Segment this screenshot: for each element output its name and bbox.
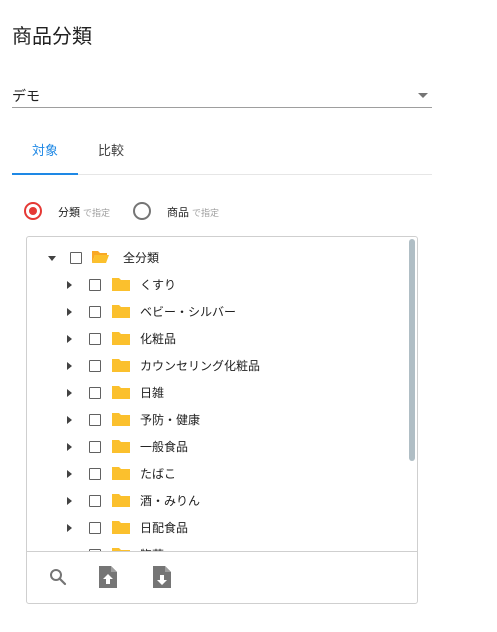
tree-node-label: 日配食品 (140, 521, 189, 535)
dataset-select[interactable]: デモ (12, 82, 432, 108)
folder-icon (112, 305, 130, 318)
folder-icon (112, 440, 130, 453)
radio-selected-icon (24, 202, 42, 220)
caret-right-icon[interactable] (67, 524, 72, 532)
tree-node-label: たばこ (140, 467, 177, 481)
caret-right-icon[interactable] (67, 335, 72, 343)
tree-root-row[interactable]: 全分類 (27, 245, 407, 272)
tree-node-label: くすり (140, 278, 177, 292)
scrollbar-thumb[interactable] (409, 239, 415, 461)
tree-node-row[interactable]: カウンセリング化粧品 (27, 353, 407, 380)
tree-node-row[interactable]: 日配食品 (27, 515, 407, 542)
radio-label: 分類 (58, 206, 80, 219)
folder-icon (112, 386, 130, 399)
checkbox[interactable] (89, 495, 101, 507)
radio-label: 商品 (167, 206, 189, 219)
tree-node-row[interactable]: たばこ (27, 461, 407, 488)
checkbox[interactable] (89, 306, 101, 318)
tree-node-label: 予防・健康 (140, 413, 201, 427)
checkbox[interactable] (89, 279, 101, 291)
download-file-icon[interactable] (153, 566, 171, 588)
tab-compare[interactable]: 比較 (78, 136, 144, 174)
radio-suffix: で指定 (83, 209, 111, 219)
category-tree-panel: 全分類 くすりベビー・シルバー 化粧品カウンセリング化粧品 日雑予防・健康一般食品た… (26, 236, 418, 604)
folder-icon (112, 359, 130, 372)
checkbox[interactable] (89, 360, 101, 372)
active-tab-indicator (12, 173, 78, 175)
checkbox[interactable] (89, 522, 101, 534)
radio-unselected-icon (133, 202, 151, 220)
folder-icon (112, 494, 130, 507)
tree-node-label: ベビー・シルバー (140, 305, 237, 319)
tree-node-row[interactable]: 惣菜 (27, 542, 407, 551)
checkbox[interactable] (89, 441, 101, 453)
tab-target[interactable]: 対象 (12, 136, 78, 174)
checkbox[interactable] (89, 414, 101, 426)
tree-toolbar (27, 551, 417, 603)
radio-suffix: で指定 (192, 209, 220, 219)
checkbox[interactable] (89, 387, 101, 399)
category-tree: 全分類 くすりベビー・シルバー 化粧品カウンセリング化粧品 日雑予防・健康一般食品た… (27, 237, 417, 551)
tree-node-label: 化粧品 (140, 332, 177, 346)
folder-open-icon (92, 251, 109, 263)
folder-icon (112, 278, 130, 291)
upload-file-icon[interactable] (99, 566, 117, 588)
caret-right-icon[interactable] (67, 362, 72, 370)
folder-icon (112, 332, 130, 345)
tree-node-row[interactable]: 日雑 (27, 380, 407, 407)
dataset-select-value: デモ (12, 89, 40, 105)
checkbox[interactable] (89, 333, 101, 345)
caret-right-icon[interactable] (67, 308, 72, 316)
tab-bar: 対象 比較 (12, 136, 432, 175)
tree-node-label: カウンセリング化粧品 (140, 359, 261, 373)
checkbox[interactable] (70, 252, 82, 264)
tree-node-label: 日雑 (140, 386, 165, 400)
caret-right-icon[interactable] (67, 443, 72, 451)
folder-icon (112, 521, 130, 534)
dropdown-arrow-icon (418, 93, 428, 98)
caret-right-icon[interactable] (67, 470, 72, 478)
caret-right-icon[interactable] (67, 389, 72, 397)
folder-icon (112, 413, 130, 426)
tree-node-label: 酒・みりん (140, 494, 201, 508)
tree-node-row[interactable]: 酒・みりん (27, 488, 407, 515)
caret-down-icon[interactable] (48, 256, 56, 261)
search-icon[interactable] (49, 568, 67, 586)
tree-root-label: 全分類 (123, 251, 160, 265)
folder-icon (112, 467, 130, 480)
page-title: 商品分類 (12, 24, 92, 48)
tree-node-row[interactable]: 予防・健康 (27, 407, 407, 434)
tree-node-row[interactable]: 一般食品 (27, 434, 407, 461)
tree-node-row[interactable]: ベビー・シルバー (27, 299, 407, 326)
tree-node-label: 一般食品 (140, 440, 189, 454)
caret-right-icon[interactable] (67, 497, 72, 505)
checkbox[interactable] (89, 468, 101, 480)
caret-right-icon[interactable] (67, 416, 72, 424)
tree-node-row[interactable]: くすり (27, 272, 407, 299)
caret-right-icon[interactable] (67, 281, 72, 289)
tree-node-row[interactable]: 化粧品 (27, 326, 407, 353)
